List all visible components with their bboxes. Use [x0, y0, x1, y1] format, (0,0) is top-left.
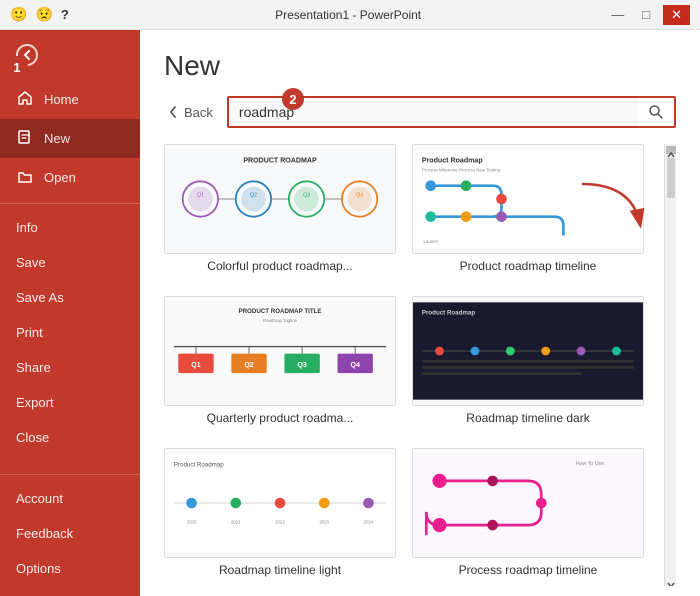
- sidebar-print-label: Print: [16, 325, 43, 340]
- svg-text:Q4: Q4: [356, 192, 363, 198]
- sidebar-home-label: Home: [44, 92, 79, 107]
- svg-text:2021: 2021: [231, 519, 241, 524]
- sidebar-item-close[interactable]: Close: [0, 420, 140, 455]
- search-button[interactable]: [638, 98, 674, 126]
- svg-text:Roadmap Tagline: Roadmap Tagline: [263, 318, 298, 323]
- sidebar-item-open[interactable]: Open: [0, 158, 140, 197]
- new-icon: [16, 129, 34, 148]
- svg-text:2023: 2023: [319, 519, 329, 524]
- template-label-quarterly-roadmap: Quarterly product roadma...: [164, 411, 396, 427]
- sidebar: 1 Home New Open Info: [0, 30, 140, 596]
- maximize-button[interactable]: □: [637, 5, 655, 24]
- svg-text:Product Roadmap: Product Roadmap: [174, 462, 224, 469]
- svg-text:Q2: Q2: [250, 192, 257, 198]
- svg-text:Q1: Q1: [197, 192, 204, 198]
- sidebar-item-export[interactable]: Export: [0, 385, 140, 420]
- svg-text:PRODUCT ROADMAP TITLE: PRODUCT ROADMAP TITLE: [238, 308, 321, 315]
- search-row: 2 Back: [164, 96, 676, 128]
- page-title: New: [164, 50, 676, 82]
- svg-text:Q2: Q2: [244, 362, 253, 369]
- sidebar-divider-2: [0, 474, 140, 475]
- template-thumb-product-timeline: Product Roadmap Process Milestone Proces…: [412, 144, 644, 254]
- title-bar: 🙂 😟 ? Presentation1 - PowerPoint — □ ✕: [0, 0, 700, 30]
- sidebar-item-account[interactable]: Account: [0, 481, 140, 516]
- sidebar-item-home[interactable]: Home: [0, 80, 140, 119]
- svg-text:PRODUCT ROADMAP: PRODUCT ROADMAP: [243, 158, 317, 165]
- window-title: Presentation1 - PowerPoint: [90, 8, 606, 22]
- template-thumb-roadmap-dark: Product Roadmap: [412, 296, 644, 406]
- template-thumb-quarterly-roadmap: PRODUCT ROADMAP TITLE Roadmap Tagline Q1…: [164, 296, 396, 406]
- content-area: New 2 Back PRODUCT ROADMAP: [140, 30, 700, 596]
- template-item-process-roadmap[interactable]: How To Use Process roadmap timeline: [412, 448, 644, 586]
- annotation-badge-1: 1: [6, 56, 28, 78]
- template-thumb-process-roadmap: How To Use: [412, 448, 644, 558]
- svg-text:2024: 2024: [364, 519, 374, 524]
- template-item-colorful-roadmap[interactable]: PRODUCT ROADMAP Q1 Q2 Q3 Q4 Colorful pro…: [164, 144, 396, 282]
- templates-grid: PRODUCT ROADMAP Q1 Q2 Q3 Q4 Colorful pro…: [164, 144, 664, 586]
- template-item-roadmap-light[interactable]: Product Roadmap 2020 2021 2022 2023 2024…: [164, 448, 396, 586]
- home-icon: [16, 90, 34, 109]
- template-thumb-roadmap-light: Product Roadmap 2020 2021 2022 2023 2024: [164, 448, 396, 558]
- template-label-roadmap-dark: Roadmap timeline dark: [412, 411, 644, 427]
- open-icon: [16, 168, 34, 187]
- template-label-product-timeline: Product roadmap timeline: [412, 259, 644, 275]
- template-label-process-roadmap: Process roadmap timeline: [412, 563, 644, 579]
- sidebar-item-saveas[interactable]: Save As: [0, 280, 140, 315]
- svg-text:Process Milestone Process: Process Milestone Process New Testing: [422, 168, 501, 173]
- svg-text:Launch: Launch: [423, 239, 438, 244]
- sidebar-item-info[interactable]: Info: [0, 210, 140, 245]
- svg-text:Q4: Q4: [350, 362, 359, 369]
- template-label-colorful-roadmap: Colorful product roadmap...: [164, 259, 396, 275]
- emoji-smile-icon[interactable]: 🙂: [10, 6, 27, 23]
- sidebar-item-share[interactable]: Share: [0, 350, 140, 385]
- sidebar-divider-1: [0, 203, 140, 204]
- minimize-button[interactable]: —: [606, 5, 629, 24]
- sidebar-save-label: Save: [16, 255, 46, 270]
- svg-text:How To Use: How To Use: [576, 461, 605, 467]
- svg-text:Product Roadmap: Product Roadmap: [422, 158, 484, 165]
- sidebar-bottom: Account Feedback Options: [0, 468, 140, 596]
- back-button[interactable]: Back: [164, 101, 215, 124]
- back-button-label: Back: [184, 105, 213, 120]
- scroll-thumb[interactable]: [667, 158, 675, 198]
- emoji-frown-icon[interactable]: 😟: [35, 6, 52, 23]
- template-thumb-colorful-roadmap: PRODUCT ROADMAP Q1 Q2 Q3 Q4: [164, 144, 396, 254]
- sidebar-account-label: Account: [16, 491, 63, 506]
- svg-text:Q3: Q3: [303, 192, 310, 198]
- scrollbar[interactable]: [664, 144, 676, 586]
- template-item-quarterly-roadmap[interactable]: PRODUCT ROADMAP TITLE Roadmap Tagline Q1…: [164, 296, 396, 434]
- sidebar-export-label: Export: [16, 395, 54, 410]
- sidebar-nav: 1 Home New Open Info: [0, 80, 140, 468]
- svg-text:Q1: Q1: [191, 362, 200, 369]
- sidebar-close-label: Close: [16, 430, 49, 445]
- sidebar-item-options[interactable]: Options: [0, 551, 140, 586]
- window-controls: — □ ✕: [606, 5, 690, 25]
- scroll-down-arrow[interactable]: [666, 576, 676, 584]
- sidebar-options-label: Options: [16, 561, 61, 576]
- sidebar-share-label: Share: [16, 360, 51, 375]
- svg-text:2022: 2022: [275, 519, 285, 524]
- scroll-up-arrow[interactable]: [666, 146, 676, 154]
- svg-text:Product Roadmap: Product Roadmap: [422, 310, 476, 317]
- svg-text:2020: 2020: [187, 519, 197, 524]
- main-container: 1 Home New Open Info: [0, 30, 700, 596]
- template-item-roadmap-dark[interactable]: Product Roadmap Roadmap timeline dark: [412, 296, 644, 434]
- sidebar-saveas-label: Save As: [16, 290, 64, 305]
- close-button[interactable]: ✕: [663, 5, 690, 25]
- sidebar-item-print[interactable]: Print: [0, 315, 140, 350]
- sidebar-info-label: Info: [16, 220, 38, 235]
- template-label-roadmap-light: Roadmap timeline light: [164, 563, 396, 579]
- template-item-product-timeline[interactable]: Product Roadmap Process Milestone Proces…: [412, 144, 644, 282]
- sidebar-feedback-label: Feedback: [16, 526, 73, 541]
- help-icon[interactable]: ?: [61, 7, 69, 22]
- sidebar-open-label: Open: [44, 170, 76, 185]
- sidebar-item-save[interactable]: Save: [0, 245, 140, 280]
- svg-text:Q3: Q3: [297, 362, 306, 369]
- sidebar-new-label: New: [44, 131, 70, 146]
- sidebar-item-new[interactable]: New: [0, 119, 140, 158]
- annotation-badge-2: 2: [282, 88, 304, 110]
- sidebar-item-feedback[interactable]: Feedback: [0, 516, 140, 551]
